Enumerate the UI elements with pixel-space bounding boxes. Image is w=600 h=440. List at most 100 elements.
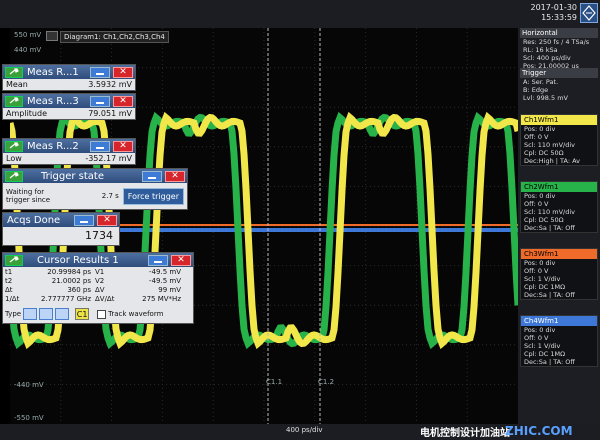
date-text: 2017-01-30 (530, 3, 578, 12)
dialog-title: Meas R...3 (27, 95, 79, 107)
trigger-wait-line2: trigger since (6, 196, 51, 204)
wrench-icon[interactable] (5, 254, 23, 266)
cursor-vertical-icon[interactable] (23, 308, 38, 320)
meas-value: -352.17 mV (85, 154, 132, 163)
horizontal-line: RL: 16 kSa (523, 46, 558, 54)
ch3-line: Off: 0 V (524, 267, 549, 275)
minimize-button[interactable] (148, 254, 168, 266)
trigger-state-dialog[interactable]: Trigger state ✕ Waiting for trigger sinc… (2, 168, 188, 210)
trigger-wait-time: 2.7 s (101, 192, 119, 200)
ch4-waveform-block[interactable]: Ch4Wfm1 Pos: 0 div Off: 0 V Scl: 1 V/div… (520, 315, 598, 367)
meas-value: 3.5932 mV (88, 80, 132, 89)
cursor-key: ΔV (95, 286, 105, 294)
wrench-icon[interactable] (5, 95, 23, 107)
dialog-titlebar[interactable]: Trigger state ✕ (3, 169, 187, 183)
cursor-key: V2 (95, 277, 105, 285)
meas-label: Mean (6, 80, 28, 89)
watermark-text: 电机控制设计加油站 (420, 428, 510, 439)
force-trigger-button[interactable]: Force trigger (122, 187, 184, 205)
dialog-titlebar[interactable]: Meas R...3 ✕ (3, 94, 135, 108)
ch4-title: Ch4Wfm1 (521, 316, 597, 326)
ch2-title: Ch2Wfm1 (521, 182, 597, 192)
cursor-label-1[interactable]: C1.1 (266, 378, 282, 386)
cursor-label-2[interactable]: C1.2 (318, 378, 334, 386)
bottom-bar: 400 ps/div 电机控制设计加油站 ZHIC.COM (0, 424, 600, 440)
cursor-value: 275 MV*Hz (142, 295, 181, 303)
datetime: 2017-01-30 15:33:59 (517, 3, 578, 23)
horizontal-title: Horizontal (520, 28, 598, 38)
minimize-button[interactable] (90, 66, 110, 78)
horizontal-block[interactable]: Horizontal Res: 250 fs / 4 TSa/s RL: 16 … (520, 28, 598, 70)
wrench-icon[interactable] (5, 140, 23, 152)
meas-result-3-dialog[interactable]: Meas R...3 ✕ Amplitude 79.051 mV (2, 93, 136, 120)
minimize-button[interactable] (142, 170, 162, 182)
ch4-line: Dec:Sa | TA: Off (524, 358, 575, 366)
cursor-key: Δt (5, 286, 13, 294)
close-button[interactable]: ✕ (113, 95, 133, 107)
meas-result-1-dialog[interactable]: Meas R...1 ✕ Mean 3.5932 mV (2, 64, 136, 91)
cursor-source-button[interactable]: C1 (75, 308, 90, 320)
dialog-titlebar[interactable]: Acqs Done ✕ (3, 213, 119, 227)
watermark-site: ZHIC.COM (505, 424, 573, 438)
cursor-both-icon[interactable] (55, 308, 70, 320)
ch2-line: Dec:Sa | TA: Off (524, 224, 575, 232)
horizontal-line: Scl: 400 ps/div (523, 54, 571, 62)
dialog-title: Trigger state (41, 170, 104, 182)
trigger-line: B: Edge (523, 86, 549, 94)
cursor-value: 99 mV (158, 286, 181, 294)
ch1-line: Pos: 0 div (524, 125, 556, 133)
cursor-results-dialog[interactable]: Cursor Results 1 ✕ t1 20.99984 ps V1 -49… (2, 252, 194, 324)
meas-value: 79.051 mV (88, 109, 132, 118)
trigger-state-body: Waiting for trigger since 2.7 s Force tr… (3, 183, 187, 209)
y-label-top: 550 mV (14, 31, 42, 39)
wrench-icon[interactable] (5, 170, 23, 182)
ch1-line: Scl: 110 mV/div (524, 141, 575, 149)
acqs-done-dialog[interactable]: Acqs Done ✕ 1734 (2, 212, 120, 246)
diagram-tab-icon[interactable] (46, 31, 58, 41)
dialog-titlebar[interactable]: Meas R...1 ✕ (3, 65, 135, 79)
dialog-titlebar[interactable]: Cursor Results 1 ✕ (3, 253, 193, 267)
ch4-line: Pos: 0 div (524, 326, 556, 334)
close-button[interactable]: ✕ (171, 254, 191, 266)
trigger-title-text: Trigger (522, 69, 547, 77)
cursor-value: 21.0002 ps (51, 277, 91, 285)
y-label-bottom: -550 mV (14, 414, 44, 422)
minimize-button[interactable] (74, 214, 94, 226)
meas-row: Mean 3.5932 mV (3, 79, 135, 90)
wrench-icon[interactable] (5, 66, 23, 78)
ch3-title: Ch3Wfm1 (521, 249, 597, 259)
ch2-line: Cpl: DC 50Ω (524, 216, 564, 224)
close-button[interactable]: ✕ (113, 66, 133, 78)
brand-logo (580, 3, 598, 23)
ch3-line: Dec:Sa | TA: Off (524, 291, 575, 299)
ch1-title: Ch1Wfm1 (521, 115, 597, 125)
ch1-waveform-block[interactable]: Ch1Wfm1 Pos: 0 div Off: 0 V Scl: 110 mV/… (520, 114, 598, 166)
cursor-key: V1 (95, 268, 105, 276)
minimize-button[interactable] (90, 95, 110, 107)
cursor-values-table: t1 20.99984 ps V1 -49.5 mV t2 21.0002 ps… (3, 267, 193, 305)
timebase-label[interactable]: 400 ps/div (286, 426, 323, 434)
cursor-key: 1/Δt (5, 295, 20, 303)
ch1-line: Cpl: DC 50Ω (524, 149, 564, 157)
cursor-value: 20.99984 ps (47, 268, 91, 276)
y-label-lower: -440 mV (14, 381, 44, 389)
cursor-value: -49.5 mV (149, 277, 181, 285)
dialog-titlebar[interactable]: Meas R...2 ✕ (3, 139, 135, 153)
ch3-waveform-block[interactable]: Ch3Wfm1 Pos: 0 div Off: 0 V Scl: 1 V/div… (520, 248, 598, 300)
time-text: 15:33:59 (541, 13, 577, 22)
minimize-button[interactable] (90, 140, 110, 152)
close-button[interactable]: ✕ (97, 214, 117, 226)
meas-result-2-dialog[interactable]: Meas R...2 ✕ Low -352.17 mV (2, 138, 136, 165)
trigger-block[interactable]: Trigger A: Ser. Pat. B: Edge Lvl: 998.5 … (520, 68, 598, 102)
cursor-horizontal-icon[interactable] (39, 308, 54, 320)
diagram-title[interactable]: Diagram1: Ch1,Ch2,Ch3,Ch4 (60, 31, 169, 43)
ch3-line: Scl: 1 V/div (524, 275, 561, 283)
close-button[interactable]: ✕ (165, 170, 185, 182)
ch3-line: Cpl: DC 1MΩ (524, 283, 566, 291)
dialog-title: Meas R...2 (27, 140, 79, 152)
cursor-key: t1 (5, 268, 13, 276)
trigger-wait-label: Waiting for trigger since (6, 188, 102, 204)
ch2-waveform-block[interactable]: Ch2Wfm1 Pos: 0 div Off: 0 V Scl: 110 mV/… (520, 181, 598, 233)
close-button[interactable]: ✕ (113, 140, 133, 152)
track-waveform-checkbox[interactable] (97, 309, 107, 319)
